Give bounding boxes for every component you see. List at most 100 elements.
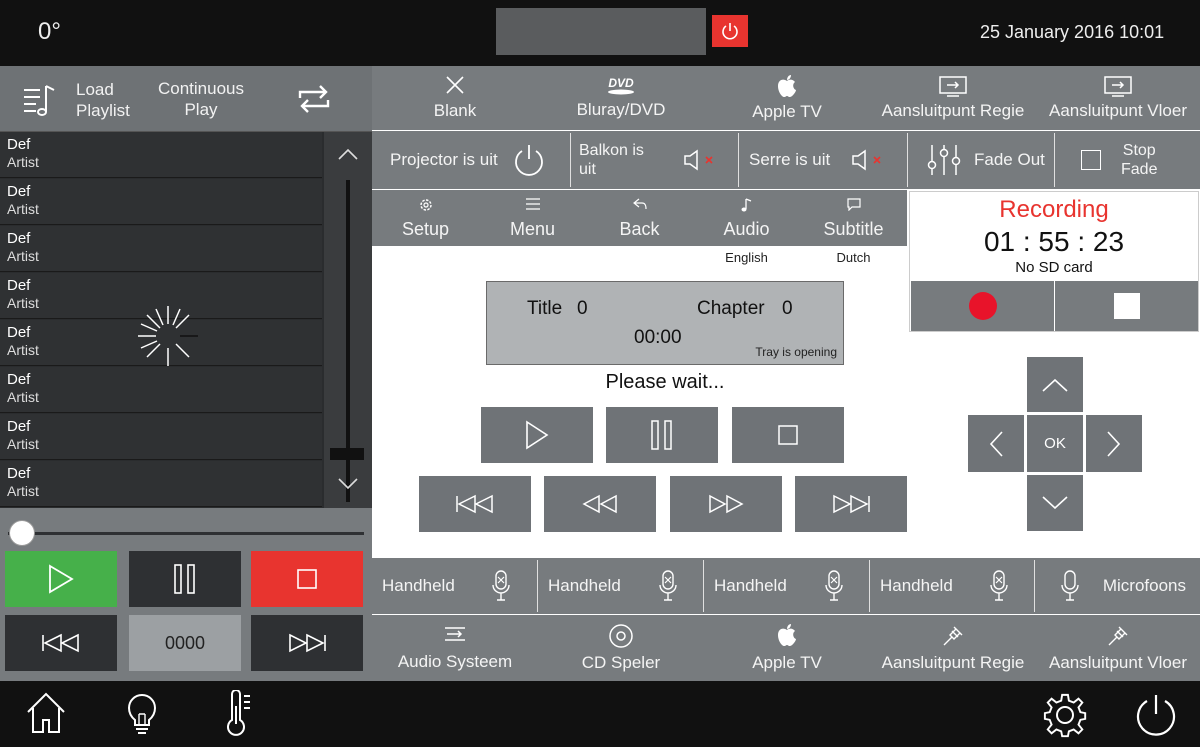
seek-slider-handle[interactable] (9, 520, 35, 546)
serre-toggle[interactable]: Serre is uit (739, 131, 907, 189)
settings-gear-icon[interactable] (1042, 692, 1088, 738)
dvd-back-button[interactable]: Back (586, 190, 693, 246)
scroll-up-icon[interactable] (338, 148, 358, 160)
dvd-setup-button[interactable]: Setup (372, 190, 479, 246)
playlist-next-button[interactable] (251, 615, 363, 671)
checkbox-icon (1081, 150, 1101, 170)
scroll-down-icon[interactable] (338, 478, 358, 490)
audio-aansluitpunt-regie-button[interactable]: Aansluitpunt Regie (870, 615, 1036, 681)
playlist-pause-button[interactable] (129, 551, 241, 607)
audio-source-label: Aansluitpunt Regie (881, 653, 1025, 672)
list-item[interactable]: Def Artist (0, 367, 322, 413)
thermometer-icon[interactable] (224, 690, 254, 736)
source-aansluitpunt-regie-button[interactable]: Aansluitpunt Regie (870, 66, 1036, 130)
recording-title: Recording (999, 196, 1109, 223)
playlist-stop-button[interactable] (251, 551, 363, 607)
microfoons-button[interactable]: Microfoons (1035, 558, 1200, 614)
dvd-menu-label: Menu (509, 219, 556, 239)
mic-muted-icon (659, 570, 677, 601)
temperature-readout: 0° (38, 18, 61, 45)
dvd-previous-button[interactable] (419, 476, 531, 532)
source-apple-tv-button[interactable]: Apple TV (704, 66, 870, 130)
record-icon (968, 292, 997, 320)
dvd-pause-button[interactable] (606, 407, 718, 463)
home-icon[interactable] (24, 690, 68, 736)
source-blank-button[interactable]: Blank (372, 66, 538, 130)
list-item[interactable]: Def Artist (0, 132, 322, 178)
audio-aansluitpunt-vloer-button[interactable]: Aansluitpunt Vloer (1036, 615, 1200, 681)
playlist-play-button[interactable] (5, 551, 117, 607)
mic-label: Handheld (382, 576, 455, 595)
svg-text:DVD: DVD (608, 76, 634, 90)
speaker-muted-icon (684, 149, 713, 171)
repeat-icon[interactable] (294, 82, 334, 116)
playlist-previous-button[interactable] (5, 615, 117, 671)
dvd-menu-label: Audio (723, 219, 770, 239)
record-stop-button[interactable] (1055, 281, 1198, 331)
nav-ok-button[interactable]: OK (1027, 415, 1083, 472)
nav-down-button[interactable] (1027, 475, 1083, 531)
dvd-subtitle-button[interactable]: Subtitle (800, 190, 907, 246)
dvd-next-button[interactable] (795, 476, 907, 532)
source-label: Aansluitpunt Vloer (1049, 101, 1187, 120)
fast-forward-icon (709, 494, 744, 514)
recording-panel: Recording 01 : 55 : 23 No SD card (909, 191, 1199, 332)
continuous-play-button[interactable]: Continuous Play (156, 78, 246, 120)
balkon-toggle[interactable]: Balkon is uit (571, 131, 737, 189)
source-bluray-button[interactable]: DVD Bluray/DVD (538, 66, 704, 130)
mic-handheld-2[interactable]: Handheld (538, 558, 703, 614)
skip-next-icon (289, 633, 326, 653)
gear-icon (419, 199, 432, 211)
playlist-scrollbar[interactable] (324, 132, 372, 508)
list-item[interactable]: Def Artist (0, 179, 322, 225)
list-item[interactable]: Def Artist (0, 414, 322, 460)
playlist-list: Def Artist Def Artist Def Artist Def Artist … (0, 132, 324, 508)
x-icon (446, 76, 464, 94)
list-item[interactable]: Def Artist (0, 226, 322, 272)
elapsed-time: 00:00 (634, 327, 682, 348)
seek-slider-track[interactable] (8, 532, 364, 535)
nav-up-button[interactable] (1027, 357, 1083, 412)
projector-toggle[interactable]: Projector is uit (372, 131, 568, 189)
cd-speler-button[interactable]: CD Speler (538, 615, 704, 681)
source-aansluitpunt-vloer-button[interactable]: Aansluitpunt Vloer (1036, 66, 1200, 130)
dvd-rewind-button[interactable] (544, 476, 656, 532)
chevron-down-icon (1042, 496, 1068, 510)
scroll-thumb[interactable] (330, 448, 364, 460)
load-playlist-button[interactable]: Load Playlist (22, 78, 142, 122)
audio-apple-tv-button[interactable]: Apple TV (704, 615, 870, 681)
list-item[interactable]: Def Artist (0, 461, 322, 507)
dvd-stop-button[interactable] (732, 407, 844, 463)
light-bulb-icon[interactable] (126, 692, 158, 736)
power-button[interactable] (712, 15, 748, 47)
mic-handheld-3[interactable]: Handheld (704, 558, 869, 614)
stop-fade-button[interactable]: Stop Fade (1055, 131, 1200, 189)
mic-label: Microfoons (1102, 576, 1186, 595)
nav-left-button[interactable] (968, 415, 1024, 472)
mic-handheld-4[interactable]: Handheld (870, 558, 1034, 614)
mic-handheld-1[interactable]: Handheld (372, 558, 536, 614)
audio-systeem-button[interactable]: Audio Systeem (372, 615, 538, 681)
dvd-play-button[interactable] (481, 407, 593, 463)
input-icon (1104, 76, 1132, 97)
power-off-icon[interactable] (1134, 692, 1178, 736)
record-button[interactable] (911, 281, 1054, 331)
input-icon (939, 76, 967, 97)
source-label: Blank (433, 101, 477, 120)
dvd-audio-button[interactable]: Audio (693, 190, 800, 246)
dvd-fast-forward-button[interactable] (670, 476, 782, 532)
dvd-menu-label: Subtitle (823, 219, 884, 239)
tray-status: Tray is opening (755, 345, 837, 359)
track-number-display: 0000 (129, 615, 241, 671)
apple-icon (778, 75, 796, 97)
menu-icon (525, 198, 540, 210)
fade-out-button[interactable]: Fade Out (908, 131, 1054, 189)
stop-icon (778, 425, 798, 445)
stop-icon (1113, 293, 1140, 319)
nav-right-button[interactable] (1086, 415, 1142, 472)
load-playlist-label: Load Playlist (76, 80, 130, 120)
skip-previous-icon (42, 633, 79, 653)
subtitle-language: Dutch (836, 250, 871, 265)
title-display (496, 8, 706, 55)
dvd-menu-button[interactable]: Menu (479, 190, 586, 246)
